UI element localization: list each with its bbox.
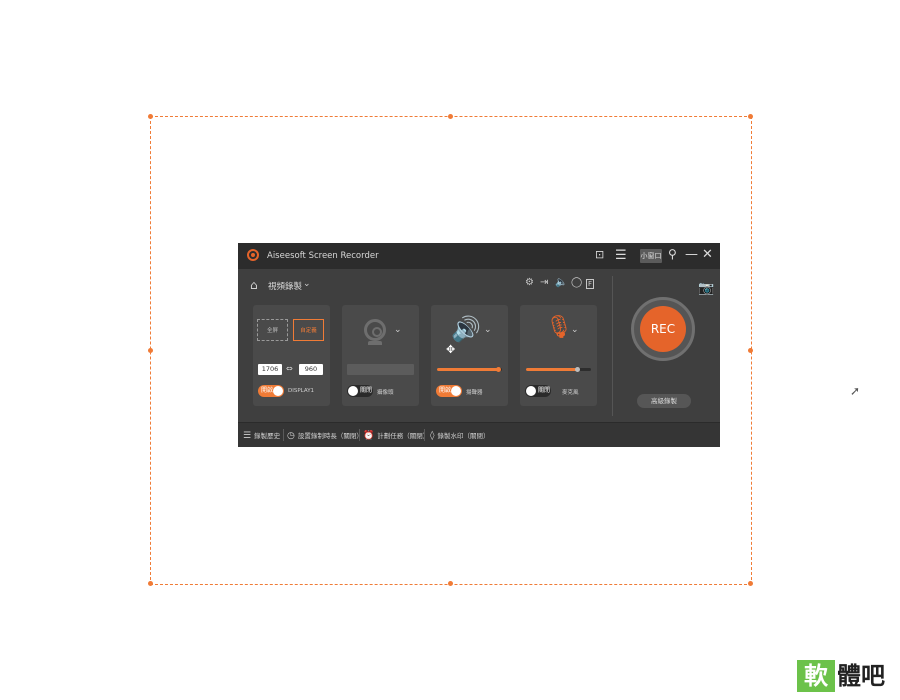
separator	[359, 429, 360, 441]
screen-card: 全屏 自定義 1706 ⇔ 960 開啟 DISPLAY1	[253, 305, 330, 406]
minimize-icon[interactable]: —	[685, 248, 698, 261]
microphone-icon: 🎙	[545, 315, 573, 340]
system-sound-toggle-label: 開啟	[439, 387, 452, 394]
chevron-down-icon[interactable]: ⌄	[394, 325, 402, 335]
resize-handle-bottom-right[interactable]	[748, 581, 753, 586]
schedule-task-link[interactable]: ⏰ 計劃任務（關閉）	[363, 430, 429, 441]
menu-icon[interactable]: ☰	[615, 249, 627, 262]
resize-handle-top-right[interactable]	[748, 114, 753, 119]
system-volume-knob[interactable]	[496, 367, 501, 372]
title-bar[interactable]: Aiseesoft Screen Recorder ⊡ ☰ 小窗口 ⚲ — ✕	[238, 243, 720, 269]
mic-volume-fill	[526, 368, 578, 371]
system-sound-label: 揚聲器	[466, 390, 483, 396]
site-watermark-logo: 軟 體吧	[797, 660, 897, 692]
mouse-icon[interactable]: ◯	[571, 277, 582, 288]
list-icon: ☰	[243, 431, 252, 441]
mini-window-button[interactable]: 小窗口	[640, 249, 662, 263]
screen-toggle-label: 開啟	[261, 387, 274, 394]
rec-container: REC	[631, 297, 696, 385]
alarm-icon: ⏰	[363, 431, 375, 441]
toggle-knob	[451, 386, 461, 396]
mouse-pointer-icon: ➚	[850, 384, 861, 398]
resize-handle-left[interactable]	[148, 348, 153, 353]
webcam-label: 攝像頭	[377, 390, 394, 396]
chat-icon[interactable]: ⊡	[595, 249, 604, 260]
record-duration-link[interactable]: ◷ 設置錄制時長（關閉）	[287, 430, 363, 441]
webcam-icon	[364, 319, 386, 341]
rec-ring: REC	[631, 297, 695, 361]
system-sound-card: 🔊 ⌄ 開啟 揚聲器	[431, 305, 508, 406]
microphone-toggle[interactable]: 關閉	[525, 385, 551, 397]
system-volume-fill	[437, 368, 499, 371]
toggle-knob	[348, 386, 358, 396]
app-title: Aiseesoft Screen Recorder	[267, 251, 379, 261]
resize-handle-top[interactable]	[448, 114, 453, 119]
hotkey-icon[interactable]: F	[586, 279, 595, 289]
advanced-recording-button[interactable]: 高級錄製	[637, 394, 691, 408]
chevron-down-icon[interactable]: ⌄	[571, 325, 579, 335]
speaker-icon[interactable]: 🔈	[555, 277, 567, 288]
webcam-toggle[interactable]: 關閉	[347, 385, 373, 397]
microphone-card: 🎙 ⌄ 關閉 麥克風	[520, 305, 597, 406]
recording-history-link[interactable]: ☰ 錄製歷史	[243, 430, 280, 441]
record-duration-label: 設置錄制時長（關閉）	[297, 432, 363, 440]
clock-icon: ◷	[287, 431, 295, 441]
toggle-knob	[273, 386, 283, 396]
watermark-text: 體吧	[837, 662, 885, 690]
resize-handle-bottom-left[interactable]	[148, 581, 153, 586]
close-icon[interactable]: ✕	[702, 248, 713, 261]
width-input[interactable]: 1706	[258, 364, 282, 375]
resize-handle-top-left[interactable]	[148, 114, 153, 119]
system-sound-toggle[interactable]: 開啟	[436, 385, 462, 397]
separator	[283, 429, 284, 441]
chevron-down-icon[interactable]: ⌄	[303, 279, 311, 289]
settings-icon[interactable]: ⚙	[525, 277, 534, 288]
chevron-down-icon[interactable]: ⌄	[484, 325, 492, 335]
height-input[interactable]: 960	[299, 364, 323, 375]
recorder-window: Aiseesoft Screen Recorder ⊡ ☰ 小窗口 ⚲ — ✕ …	[238, 243, 720, 447]
droplet-icon: ◊	[430, 431, 435, 441]
recording-history-label: 錄製歷史	[254, 432, 281, 440]
resize-handle-right[interactable]	[748, 348, 753, 353]
microphone-label: 麥克風	[562, 390, 579, 396]
rec-button[interactable]: REC	[640, 306, 686, 352]
webcam-toggle-label: 關閉	[360, 387, 373, 394]
display-label: DISPLAY1	[288, 388, 315, 394]
separator	[424, 429, 425, 441]
mode-selector-label[interactable]: 視頻錄製	[268, 280, 302, 292]
screen-toggle[interactable]: 開啟	[258, 385, 284, 397]
export-icon[interactable]: ⇥	[540, 277, 548, 288]
system-sound-icon: 🔊	[451, 315, 481, 343]
mic-volume-knob[interactable]	[575, 367, 580, 372]
webcam-card: ⌄ 關閉 攝像頭	[342, 305, 419, 406]
resize-handle-bottom[interactable]	[448, 581, 453, 586]
toggle-knob	[526, 386, 536, 396]
custom-region-option[interactable]: 自定義	[293, 319, 324, 341]
camera-icon[interactable]: 📷	[698, 281, 714, 296]
home-icon[interactable]: ⌂	[250, 278, 258, 292]
recording-watermark-label: 錄製水印（關閉）	[437, 432, 490, 440]
pin-icon[interactable]: ⚲	[668, 248, 677, 260]
microphone-toggle-label: 關閉	[538, 387, 551, 394]
bottom-bar: ☰ 錄製歷史 ◷ 設置錄制時長（關閉） ⏰ 計劃任務（關閉） ◊ 錄製水印（關閉）	[238, 422, 720, 447]
recording-watermark-link[interactable]: ◊ 錄製水印（關閉）	[430, 430, 489, 441]
fullscreen-option[interactable]: 全屏	[257, 319, 288, 341]
watermark-char: 軟	[797, 660, 835, 692]
swap-dimensions-icon[interactable]: ⇔	[286, 364, 293, 373]
webcam-preview-bar	[347, 364, 414, 375]
app-logo-icon	[247, 249, 259, 261]
move-cursor-icon: ✥	[446, 343, 456, 356]
divider	[612, 276, 613, 416]
webcam-stand	[368, 341, 382, 345]
schedule-task-label: 計劃任務（關閉）	[377, 432, 430, 440]
